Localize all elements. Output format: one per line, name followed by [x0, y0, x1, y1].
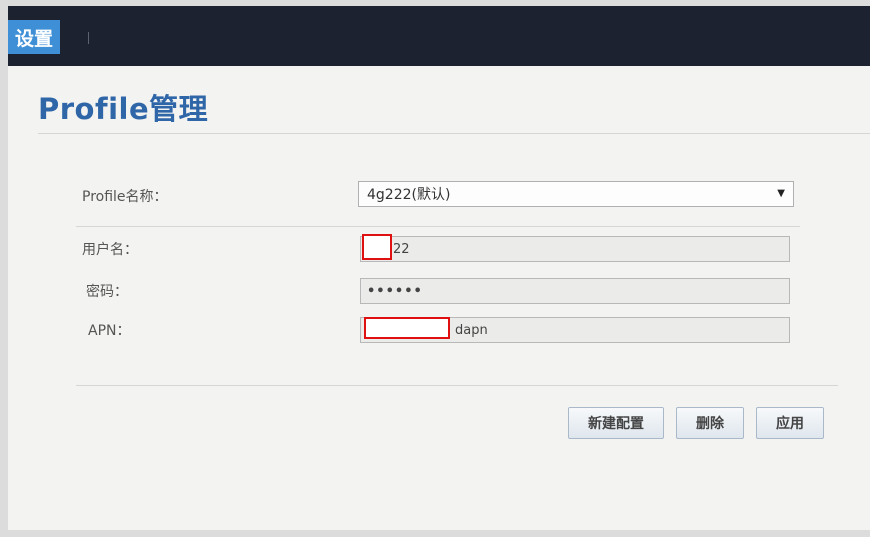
apn-redaction: [364, 317, 450, 339]
username-value: 22: [393, 241, 410, 257]
nav-divider: [88, 32, 89, 44]
delete-button[interactable]: 删除: [676, 407, 744, 439]
profile-select[interactable]: 4g222(默认) ▼: [358, 181, 794, 207]
dropdown-arrow-icon[interactable]: ▼: [777, 188, 785, 199]
password-field[interactable]: ••••••: [360, 278, 790, 304]
actions-divider: [76, 385, 838, 386]
apn-label: APN：: [88, 323, 131, 339]
username-field[interactable]: 22: [360, 236, 790, 262]
page-title: Profile管理: [38, 92, 209, 126]
apn-value: dapn: [455, 322, 488, 338]
password-label: 密码：: [86, 284, 128, 300]
profile-management-panel: Profile管理 Profile名称： 4g222(默认) ▼ 用户名： 22…: [8, 66, 870, 530]
username-redaction: [362, 234, 392, 260]
title-divider: [38, 133, 870, 134]
username-label: 用户名：: [82, 242, 138, 258]
profile-name-label: Profile名称：: [82, 189, 168, 205]
profile-selected-value: 4g222(默认): [367, 187, 451, 203]
form-divider: [76, 226, 800, 227]
new-config-button[interactable]: 新建配置: [568, 407, 664, 439]
password-value: ••••••: [367, 283, 423, 299]
tab-settings[interactable]: 设置: [8, 20, 60, 54]
top-navigation-bar: 设置: [8, 6, 870, 66]
apply-button[interactable]: 应用: [756, 407, 824, 439]
